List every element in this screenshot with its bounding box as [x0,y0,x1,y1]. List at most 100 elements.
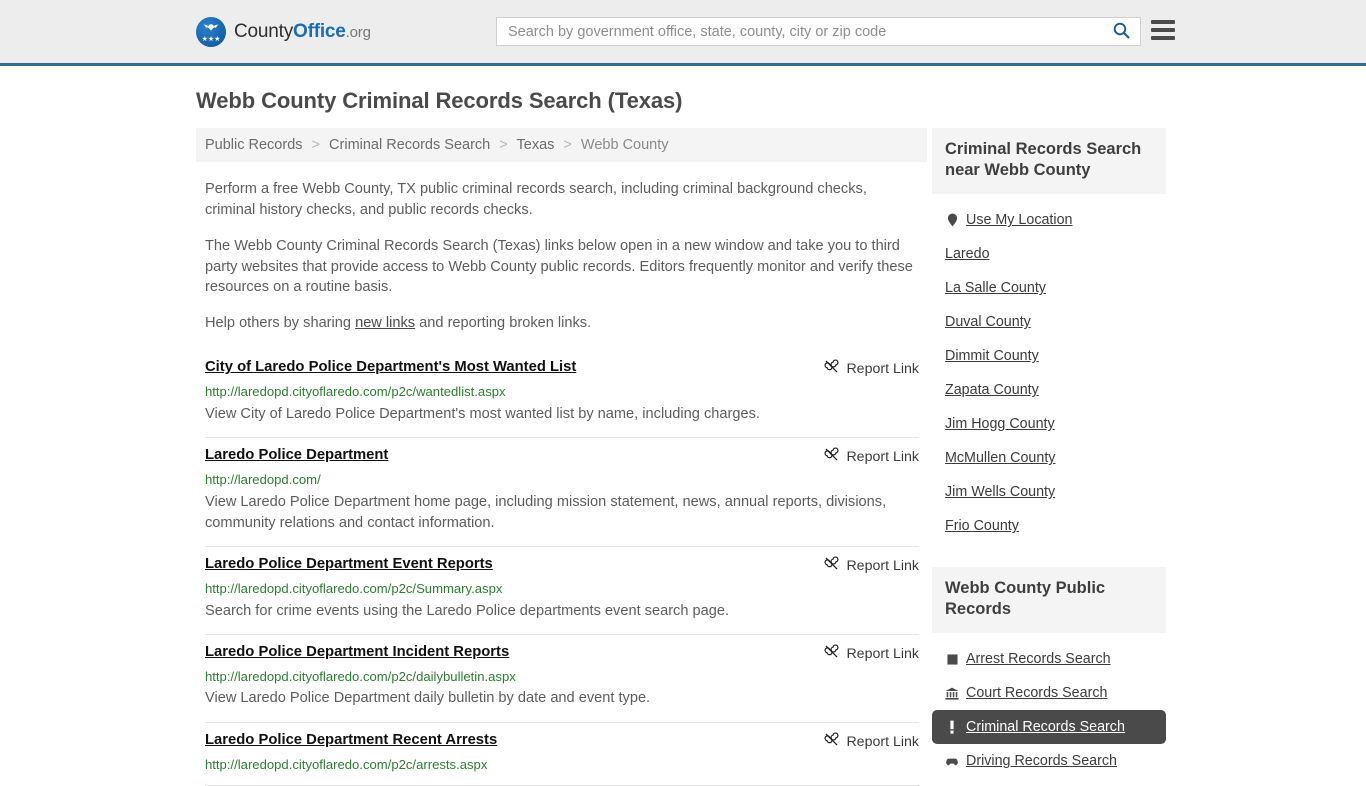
report-link-button[interactable]: Report Link [824,555,919,576]
search-input[interactable] [497,18,1102,45]
sidebar-item-dimmit-county[interactable]: Dimmit County [932,339,1166,373]
breadcrumb: Public Records > Criminal Records Search… [196,128,927,162]
result-description: View Laredo Police Department home page,… [205,493,887,531]
sidebar-link-arrest-records-search[interactable]: Arrest Records Search [966,651,1111,667]
hamburger-menu-icon[interactable] [1151,19,1175,41]
exclamation-icon [945,720,959,735]
broken-link-icon [824,359,839,379]
result-description: View Laredo Police Department daily bull… [205,690,651,707]
broken-link-icon [824,732,839,752]
result-description: View City of Laredo Police Department's … [205,405,760,422]
sidebar-link-court-records-search[interactable]: Court Records Search [966,685,1107,701]
sidebar-item-duval-county[interactable]: Duval County [932,305,1166,339]
sidebar-item-jim-wells-county[interactable]: Jim Wells County [932,475,1166,509]
result-url[interactable]: http://laredopd.com/ [205,471,919,489]
search-bar[interactable] [496,17,1141,46]
result-header: Laredo Police Department Recent Arrests … [205,731,919,752]
sidebar: Criminal Records Search near Webb County… [932,128,1166,778]
result-title-link[interactable]: Laredo Police Department Recent Arrests [205,731,497,750]
report-link-button[interactable]: Report Link [824,358,919,379]
courthouse-icon [945,686,959,700]
result-url[interactable]: http://laredopd.cityoflaredo.com/p2c/arr… [205,756,919,774]
sidebar-public-records-list: Arrest Records Search Court Records Sear… [932,642,1166,778]
sidebar-link-duval-county[interactable]: Duval County [945,314,1031,330]
hamburger-bar-1 [1151,20,1175,24]
result-item: Laredo Police Department Incident Report… [205,635,919,723]
sidebar-item-arrest-records-search[interactable]: Arrest Records Search [932,642,1166,676]
sidebar-link-jim-wells-county[interactable]: Jim Wells County [945,484,1055,500]
hamburger-bar-2 [1151,28,1175,32]
broken-link-icon [824,556,839,576]
sidebar-item-jim-hogg-county[interactable]: Jim Hogg County [932,407,1166,441]
sidebar-item-mcmullen-county[interactable]: McMullen County [932,441,1166,475]
intro-paragraph-3: Help others by sharing new links and rep… [205,313,919,334]
sidebar-link-dimmit-county[interactable]: Dimmit County [945,348,1039,364]
report-link-label: Report Link [846,645,919,662]
main-column: Public Records > Criminal Records Search… [196,128,927,786]
content-row: Public Records > Criminal Records Search… [0,128,1366,786]
logo-text-org: .org [345,23,371,41]
breadcrumb-item-criminal-records-search[interactable]: Criminal Records Search [329,137,490,153]
result-title-link[interactable]: Laredo Police Department Event Reports [205,555,493,574]
new-links-link[interactable]: new links [355,315,415,331]
search-icon [1113,22,1130,42]
report-link-button[interactable]: Report Link [824,643,919,664]
result-url[interactable]: http://laredopd.cityoflaredo.com/p2c/wan… [205,383,919,401]
sidebar-link-mcmullen-county[interactable]: McMullen County [945,450,1055,466]
sidebar-item-la-salle-county[interactable]: La Salle County [932,271,1166,305]
sidebar-item-frio-county[interactable]: Frio County [932,509,1166,543]
car-icon [945,754,959,768]
broken-link-icon [824,447,839,467]
sidebar-link-jim-hogg-county[interactable]: Jim Hogg County [945,416,1055,432]
stars-icon: ★★★ [201,35,221,43]
sidebar-item-zapata-county[interactable]: Zapata County [932,373,1166,407]
sidebar-item-court-records-search[interactable]: Court Records Search [932,676,1166,710]
page-body: Webb County Criminal Records Search (Tex… [0,66,1366,786]
result-description: Search for crime events using the Laredo… [205,602,730,619]
result-title-link[interactable]: Laredo Police Department [205,446,388,465]
hamburger-bar-3 [1151,36,1175,40]
broken-link-icon [824,644,839,664]
sidebar-section-gap [932,543,1166,567]
sidebar-link-zapata-county[interactable]: Zapata County [945,382,1039,398]
result-header: City of Laredo Police Department's Most … [205,358,919,379]
sidebar-item-driving-records-search[interactable]: Driving Records Search [932,744,1166,778]
result-title-link[interactable]: City of Laredo Police Department's Most … [205,358,576,377]
breadcrumb-separator: > [311,137,321,153]
sidebar-item-use-my-location[interactable]: Use My Location [932,203,1166,237]
search-button[interactable] [1102,18,1140,45]
sidebar-link-criminal-records-search[interactable]: Criminal Records Search [966,719,1125,735]
result-item: City of Laredo Police Department's Most … [205,350,919,438]
sidebar-link-driving-records-search[interactable]: Driving Records Search [966,753,1117,769]
breadcrumb-item-webb-county: Webb County [580,137,669,153]
sidebar-nearby-list: Use My Location Laredo La Salle County D… [932,203,1166,543]
report-link-button[interactable]: Report Link [824,731,919,752]
sidebar-link-la-salle-county[interactable]: La Salle County [945,280,1046,296]
sidebar-link-use-my-location[interactable]: Use My Location [966,212,1072,228]
sidebar-link-frio-county[interactable]: Frio County [945,518,1019,534]
result-url[interactable]: http://laredopd.cityoflaredo.com/p2c/Sum… [205,580,919,598]
sidebar-item-criminal-records-search[interactable]: Criminal Records Search [932,710,1166,745]
breadcrumb-item-public-records[interactable]: Public Records [205,137,303,153]
result-header: Laredo Police Department Incident Report… [205,643,919,664]
square-icon [945,652,959,666]
result-header: Laredo Police Department Event Reports R… [205,555,919,576]
report-link-button[interactable]: Report Link [824,446,919,467]
logo-text-county: County [234,20,294,42]
breadcrumb-separator: > [499,137,508,153]
result-item: Laredo Police Department Event Reports R… [205,547,919,635]
site-logo[interactable]: ★★★ CountyOffice.org [196,16,371,47]
breadcrumb-separator: > [563,137,572,153]
county-office-emblem-icon: ★★★ [196,16,226,47]
result-item: Laredo Police Department Recent Arrests … [205,723,919,786]
breadcrumb-item-texas[interactable]: Texas [517,137,555,153]
intro-paragraph-2: The Webb County Criminal Records Search … [205,237,913,296]
results-list: City of Laredo Police Department's Most … [196,350,927,786]
eagle-icon [201,23,221,32]
result-title-link[interactable]: Laredo Police Department Incident Report… [205,643,509,662]
sidebar-link-laredo[interactable]: Laredo [945,246,990,262]
sidebar-item-laredo[interactable]: Laredo [932,237,1166,271]
result-url[interactable]: http://laredopd.cityoflaredo.com/p2c/dai… [205,668,919,686]
